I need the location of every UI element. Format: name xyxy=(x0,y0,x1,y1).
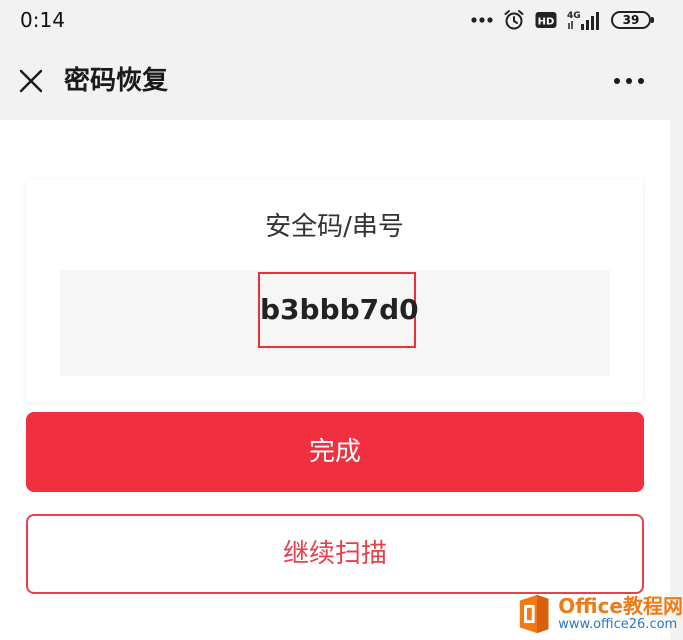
security-code-box: b3bbb7d0 xyxy=(60,270,610,376)
continue-scan-button[interactable]: 继续扫描 xyxy=(26,514,644,594)
hd-badge-text: HD xyxy=(538,17,555,28)
security-code-value: b3bbb7d0 xyxy=(258,272,419,348)
watermark-url: www.office26.com xyxy=(558,617,678,632)
battery-level: 39 xyxy=(622,13,640,27)
more-dots-icon xyxy=(471,17,493,23)
office-logo-icon xyxy=(519,594,549,634)
signal-4g-icon: 4G xyxy=(567,11,599,30)
alarm-clock-icon xyxy=(504,10,524,30)
security-code-label: 安全码/串号 xyxy=(265,212,404,242)
watermark: Office教程网 www.office26.com xyxy=(516,588,683,640)
main-content: 安全码/串号 b3bbb7d0 完成 继续扫描 xyxy=(0,120,670,640)
close-icon[interactable] xyxy=(18,68,44,94)
more-options-icon[interactable] xyxy=(613,76,645,86)
battery-icon: 39 xyxy=(611,11,654,29)
done-button[interactable]: 完成 xyxy=(26,412,644,492)
security-code-card: 安全码/串号 b3bbb7d0 xyxy=(26,180,643,402)
status-icons: HD 4G 39 xyxy=(471,8,654,32)
status-bar: 0:14 HD 4G 39 xyxy=(0,0,683,42)
status-time: 0:14 xyxy=(20,8,65,32)
watermark-title: Office教程网 xyxy=(558,594,683,618)
page-title: 密码恢复 xyxy=(64,66,169,96)
network-type-text: 4G xyxy=(567,11,581,21)
watermark-text: Office教程网 www.office26.com xyxy=(558,595,683,633)
nav-bar: 密码恢复 xyxy=(0,42,683,120)
hd-badge-icon: HD xyxy=(535,12,557,28)
